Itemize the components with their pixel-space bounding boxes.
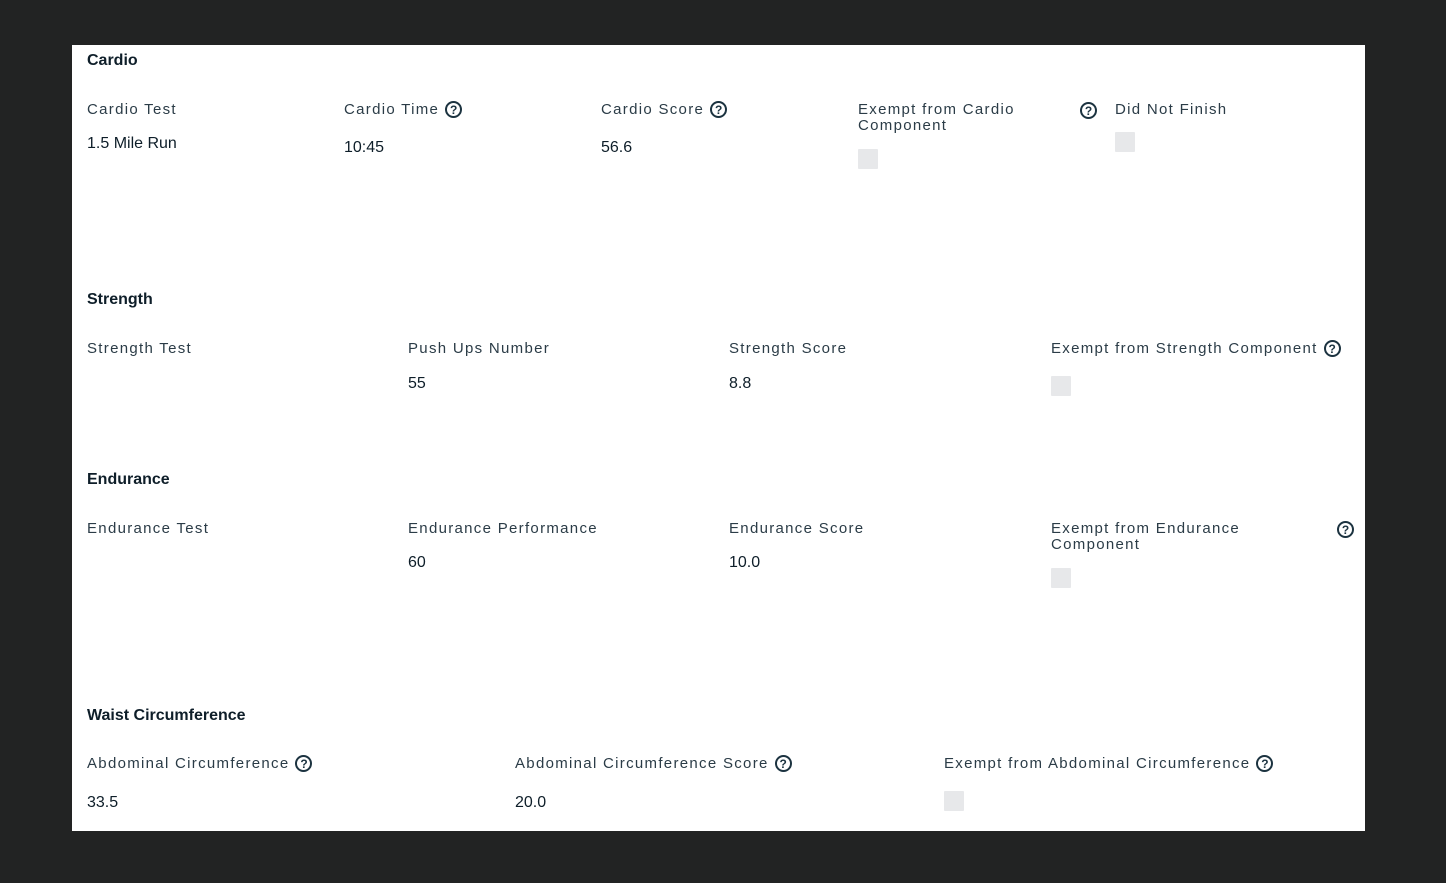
help-icon[interactable]: ? — [445, 101, 463, 118]
cardio-dnf-label: Did Not Finish — [1115, 101, 1228, 118]
abdominal-circumference-value: 33.5 — [87, 794, 119, 811]
pushups-label: Push Ups Number — [408, 340, 551, 357]
abdominal-score-field: Abdominal Circumference Score ? 20.0 — [515, 755, 925, 816]
strength-score-label: Strength Score — [729, 340, 848, 357]
pushups-field: Push Ups Number 55 — [408, 341, 708, 401]
endurance-score-label: Endurance Score — [729, 520, 865, 537]
cardio-test-label: Cardio Test — [87, 101, 177, 118]
abdominal-score-value: 20.0 — [515, 794, 547, 811]
endurance-exempt-label: Exempt from Endurance Component — [1051, 520, 1241, 553]
strength-section-title: Strength — [87, 291, 153, 308]
cardio-score-value: 56.6 — [601, 139, 633, 156]
endurance-score-field: Endurance Score 10.0 — [729, 521, 1029, 581]
endurance-section-title: Endurance — [87, 471, 170, 488]
cardio-test-field: Cardio Test 1.5 Mile Run — [87, 102, 327, 162]
abdominal-circumference-field: Abdominal Circumference ? 33.5 — [87, 755, 497, 816]
strength-score-value: 8.8 — [729, 375, 752, 392]
endurance-test-label: Endurance Test — [87, 520, 210, 537]
cardio-time-label: Cardio Time — [344, 101, 440, 118]
abdominal-exempt-field: Exempt from Abdominal Circumference ? — [944, 755, 1354, 816]
pushups-value: 55 — [408, 375, 426, 392]
endurance-performance-field: Endurance Performance 60 — [408, 521, 708, 581]
strength-test-field: Strength Test — [87, 341, 387, 401]
help-icon[interactable]: ? — [774, 755, 792, 772]
strength-exempt-label: Exempt from Strength Component — [1051, 340, 1318, 357]
help-icon[interactable]: ? — [1256, 755, 1274, 772]
endurance-performance-label: Endurance Performance — [408, 520, 598, 537]
endurance-test-field: Endurance Test — [87, 521, 387, 581]
cardio-dnf-field: Did Not Finish — [1115, 102, 1315, 162]
cardio-section-title: Cardio — [87, 52, 138, 69]
help-icon[interactable]: ? — [295, 755, 313, 772]
strength-exempt-checkbox[interactable] — [1051, 376, 1071, 396]
abdominal-exempt-checkbox[interactable] — [944, 791, 964, 811]
cardio-exempt-label: Exempt from Cardio Component — [858, 101, 1015, 134]
waist-section-title: Waist Circumference — [87, 707, 246, 724]
did-not-finish-checkbox[interactable] — [1115, 132, 1135, 152]
help-icon[interactable]: ? — [1080, 102, 1097, 119]
cardio-time-field: Cardio Time ? 10:45 — [344, 101, 584, 162]
strength-exempt-field: Exempt from Strength Component ? — [1051, 340, 1356, 401]
strength-score-field: Strength Score 8.8 — [729, 341, 1029, 401]
abdominal-circumference-label: Abdominal Circumference — [87, 755, 290, 772]
endurance-exempt-field: Exempt from Endurance Component ? — [1051, 521, 1356, 591]
cardio-exempt-field: Exempt from Cardio Component ? — [858, 102, 1103, 172]
abdominal-exempt-label: Exempt from Abdominal Circumference — [944, 755, 1251, 772]
endurance-performance-value: 60 — [408, 554, 426, 571]
help-icon[interactable]: ? — [1337, 521, 1354, 538]
cardio-test-value: 1.5 Mile Run — [87, 135, 177, 152]
help-icon[interactable]: ? — [710, 101, 728, 118]
fitness-assessment-panel: Cardio Cardio Test 1.5 Mile Run Cardio T… — [72, 45, 1365, 831]
strength-test-label: Strength Test — [87, 340, 193, 357]
endurance-score-value: 10.0 — [729, 554, 761, 571]
cardio-exempt-checkbox[interactable] — [858, 149, 878, 169]
cardio-score-label: Cardio Score — [601, 101, 705, 118]
cardio-score-field: Cardio Score ? 56.6 — [601, 101, 841, 162]
endurance-exempt-checkbox[interactable] — [1051, 568, 1071, 588]
help-icon[interactable]: ? — [1323, 340, 1341, 357]
cardio-time-value: 10:45 — [344, 139, 385, 156]
abdominal-score-label: Abdominal Circumference Score — [515, 755, 769, 772]
